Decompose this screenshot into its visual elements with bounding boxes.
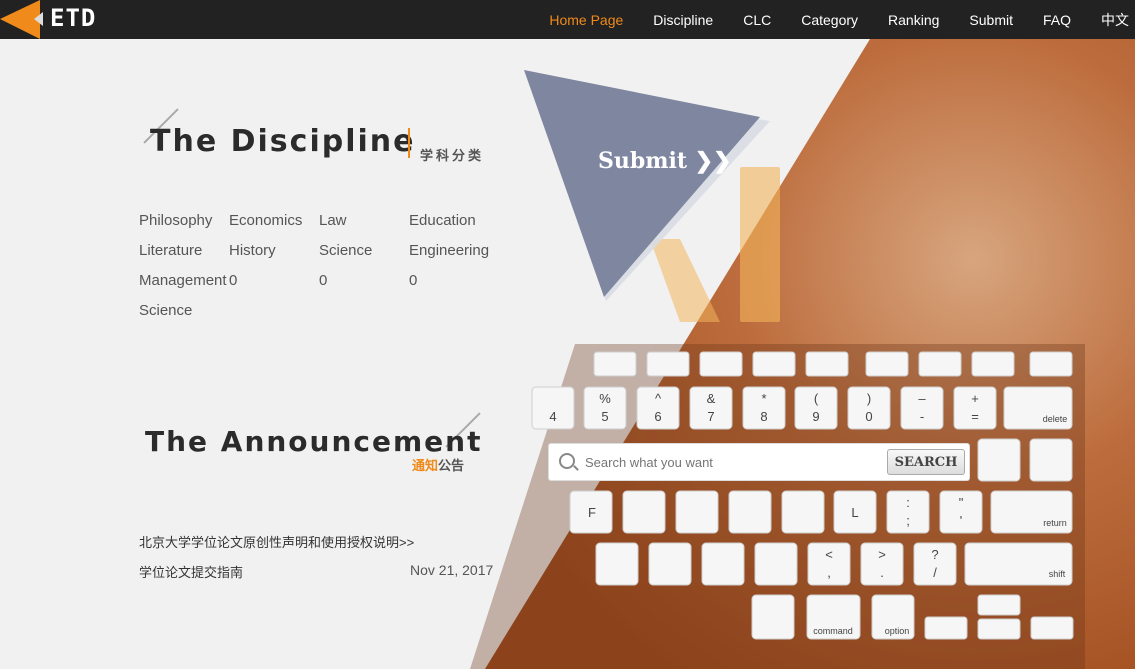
svg-text:command: command xyxy=(813,626,853,636)
nav-faq[interactable]: FAQ xyxy=(1043,12,1071,28)
logo-text: ETD xyxy=(50,4,97,32)
announcement-subtitle-a: 通知 xyxy=(412,458,439,473)
svg-text:7: 7 xyxy=(707,409,714,424)
discipline-link[interactable]: Science xyxy=(319,238,409,268)
svg-text:8: 8 xyxy=(760,409,767,424)
main-nav: Home Page Discipline CLC Category Rankin… xyxy=(534,0,1135,39)
svg-text:–: – xyxy=(918,391,926,406)
svg-text:': ' xyxy=(960,513,962,528)
announcement-subtitle: 通知公告 xyxy=(412,455,464,474)
announcement-date: Nov 21, 2017 xyxy=(410,562,494,578)
svg-text:F: F xyxy=(588,505,596,520)
nav-category[interactable]: Category xyxy=(801,12,858,28)
svg-text:+: + xyxy=(971,391,979,406)
discipline-link[interactable]: Philosophy xyxy=(139,208,229,238)
announcement-title: The Announcement xyxy=(145,425,483,458)
svg-text:option: option xyxy=(885,626,910,636)
discipline-link[interactable]: 0 xyxy=(319,268,409,298)
svg-text:6: 6 xyxy=(654,409,661,424)
search-bar: SEARCH xyxy=(548,443,970,481)
svg-text:9: 9 xyxy=(812,409,819,424)
discipline-link[interactable]: Education xyxy=(409,208,499,238)
discipline-link[interactable]: Science xyxy=(139,298,229,328)
submit-link[interactable]: Submit ❯❯ xyxy=(598,148,732,174)
svg-text::: : xyxy=(906,495,910,510)
svg-text:<: < xyxy=(825,547,833,562)
svg-text:,: , xyxy=(827,565,831,580)
title-divider xyxy=(408,128,410,158)
discipline-title: The Discipline xyxy=(150,124,416,159)
svg-text:*: * xyxy=(761,391,766,406)
announcement-subtitle-b: 公告 xyxy=(438,458,465,473)
svg-text:4: 4 xyxy=(549,409,556,424)
svg-text:(: ( xyxy=(814,391,819,406)
announcement-link[interactable]: 北京大学学位论文原创性声明和使用授权说明>> xyxy=(139,532,414,551)
announcement-link[interactable]: 学位论文提交指南 xyxy=(139,562,243,581)
site-logo[interactable]: ETD xyxy=(0,0,110,39)
discipline-link[interactable]: Literature xyxy=(139,238,229,268)
svg-text:/: / xyxy=(933,565,937,580)
nav-clc[interactable]: CLC xyxy=(743,12,771,28)
discipline-link[interactable]: Economics xyxy=(229,208,319,238)
discipline-row: Science xyxy=(139,298,509,328)
svg-text:.: . xyxy=(880,565,884,580)
discipline-link[interactable]: Management xyxy=(139,268,229,298)
discipline-link[interactable]: 0 xyxy=(229,268,319,298)
nav-submit[interactable]: Submit xyxy=(969,12,1013,28)
svg-text:): ) xyxy=(867,391,871,406)
discipline-subtitle: 学科分类 xyxy=(420,148,485,163)
svg-text:5: 5 xyxy=(601,409,608,424)
nav-ranking[interactable]: Ranking xyxy=(888,12,939,28)
discipline-row: Philosophy Economics Law Education xyxy=(139,208,509,238)
svg-text:;: ; xyxy=(906,513,910,528)
svg-text:%: % xyxy=(599,391,611,406)
discipline-row: Literature History Science Engineering xyxy=(139,238,509,268)
search-icon xyxy=(559,453,575,469)
discipline-link[interactable]: Engineering xyxy=(409,238,499,268)
nav-discipline[interactable]: Discipline xyxy=(653,12,713,28)
nav-language[interactable]: 中文 xyxy=(1101,10,1129,30)
search-button[interactable]: SEARCH xyxy=(887,449,965,475)
svg-text:=: = xyxy=(971,409,979,424)
discipline-link[interactable]: 0 xyxy=(409,268,499,298)
search-input[interactable] xyxy=(583,448,887,476)
svg-text:L: L xyxy=(851,505,858,520)
discipline-row: Management 0 0 0 xyxy=(139,268,509,298)
svg-text:?: ? xyxy=(931,547,938,562)
svg-text:^: ^ xyxy=(655,391,662,406)
submit-triangle xyxy=(524,70,760,297)
svg-text:>: > xyxy=(878,547,886,562)
discipline-link[interactable]: History xyxy=(229,238,319,268)
nav-home[interactable]: Home Page xyxy=(549,12,623,28)
discipline-list: Philosophy Economics Law Education Liter… xyxy=(139,208,509,328)
svg-text:-: - xyxy=(920,409,924,424)
top-navigation-bar: ETD Home Page Discipline CLC Category Ra… xyxy=(0,0,1135,39)
svg-text:return: return xyxy=(1043,518,1067,528)
svg-text:0: 0 xyxy=(865,409,872,424)
svg-text:&: & xyxy=(707,391,716,406)
discipline-link[interactable]: Law xyxy=(319,208,409,238)
svg-text:shift: shift xyxy=(1049,569,1066,579)
back-arrow-icon xyxy=(34,12,43,26)
svg-text:": " xyxy=(959,495,964,510)
svg-text:delete: delete xyxy=(1043,414,1068,424)
